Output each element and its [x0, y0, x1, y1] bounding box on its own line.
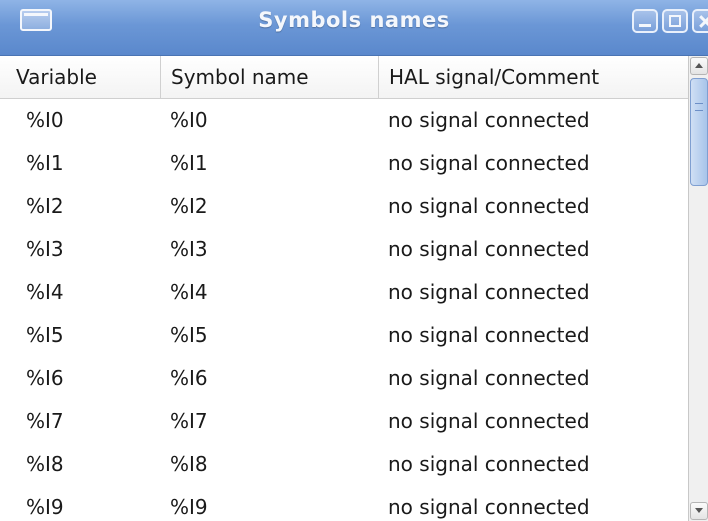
cell-hal-signal-comment[interactable]: no signal connected — [388, 486, 590, 521]
minimize-icon[interactable] — [632, 9, 658, 33]
maximize-icon[interactable] — [662, 9, 688, 33]
cell-variable[interactable]: %I9 — [26, 486, 64, 521]
table-row[interactable]: %I7 %I7 no signal connected — [0, 400, 688, 443]
cell-symbol-name[interactable]: %I4 — [170, 271, 208, 314]
table-row[interactable]: %I2 %I2 no signal connected — [0, 185, 688, 228]
cell-variable[interactable]: %I1 — [26, 142, 64, 185]
cell-hal-signal-comment[interactable]: no signal connected — [388, 443, 590, 486]
cell-symbol-name[interactable]: %I2 — [170, 185, 208, 228]
cell-hal-signal-comment[interactable]: no signal connected — [388, 142, 590, 185]
cell-variable[interactable]: %I8 — [26, 443, 64, 486]
cell-hal-signal-comment[interactable]: no signal connected — [388, 99, 590, 142]
close-icon[interactable] — [692, 9, 708, 33]
cell-symbol-name[interactable]: %I1 — [170, 142, 208, 185]
cell-variable[interactable]: %I7 — [26, 400, 64, 443]
scroll-up-icon[interactable] — [690, 57, 708, 75]
cell-symbol-name[interactable]: %I0 — [170, 99, 208, 142]
symbols-table: Variable Symbol name HAL signal/Comment … — [0, 56, 688, 521]
table-row[interactable]: %I9 %I9 no signal connected — [0, 486, 688, 521]
cell-variable[interactable]: %I4 — [26, 271, 64, 314]
table-row[interactable]: %I1 %I1 no signal connected — [0, 142, 688, 185]
cell-symbol-name[interactable]: %I7 — [170, 400, 208, 443]
table-row[interactable]: %I3 %I3 no signal connected — [0, 228, 688, 271]
cell-symbol-name[interactable]: %I5 — [170, 314, 208, 357]
table-row[interactable]: %I6 %I6 no signal connected — [0, 357, 688, 400]
cell-symbol-name[interactable]: %I3 — [170, 228, 208, 271]
cell-hal-signal-comment[interactable]: no signal connected — [388, 185, 590, 228]
column-header-symbol-name[interactable]: Symbol name — [160, 56, 378, 98]
scroll-down-icon[interactable] — [690, 502, 708, 520]
title-bar[interactable]: Symbols names — [0, 0, 708, 56]
cell-variable[interactable]: %I5 — [26, 314, 64, 357]
table-row[interactable]: %I8 %I8 no signal connected — [0, 443, 688, 486]
cell-symbol-name[interactable]: %I6 — [170, 357, 208, 400]
column-header-variable[interactable]: Variable — [16, 56, 160, 98]
cell-hal-signal-comment[interactable]: no signal connected — [388, 357, 590, 400]
cell-hal-signal-comment[interactable]: no signal connected — [388, 400, 590, 443]
cell-symbol-name[interactable]: %I9 — [170, 486, 208, 521]
cell-hal-signal-comment[interactable]: no signal connected — [388, 228, 590, 271]
table-row[interactable]: %I4 %I4 no signal connected — [0, 271, 688, 314]
window-title: Symbols names — [258, 8, 450, 32]
cell-variable[interactable]: %I0 — [26, 99, 64, 142]
symbols-names-window: Symbols names Variable Symbol name HAL s… — [0, 0, 708, 521]
table-row[interactable]: %I5 %I5 no signal connected — [0, 314, 688, 357]
table-row[interactable]: %I0 %I0 no signal connected — [0, 99, 688, 142]
cell-symbol-name[interactable]: %I8 — [170, 443, 208, 486]
cell-variable[interactable]: %I6 — [26, 357, 64, 400]
table-header: Variable Symbol name HAL signal/Comment — [0, 56, 688, 99]
vertical-scrollbar[interactable] — [688, 56, 708, 521]
cell-variable[interactable]: %I3 — [26, 228, 64, 271]
cell-hal-signal-comment[interactable]: no signal connected — [388, 314, 590, 357]
cell-variable[interactable]: %I2 — [26, 185, 64, 228]
scroll-thumb[interactable] — [690, 78, 708, 186]
column-header-hal-signal-comment[interactable]: HAL signal/Comment — [378, 56, 688, 98]
table-body: %I0 %I0 no signal connected %I1 %I1 no signal… — [0, 99, 688, 521]
cell-hal-signal-comment[interactable]: no signal connected — [388, 271, 590, 314]
